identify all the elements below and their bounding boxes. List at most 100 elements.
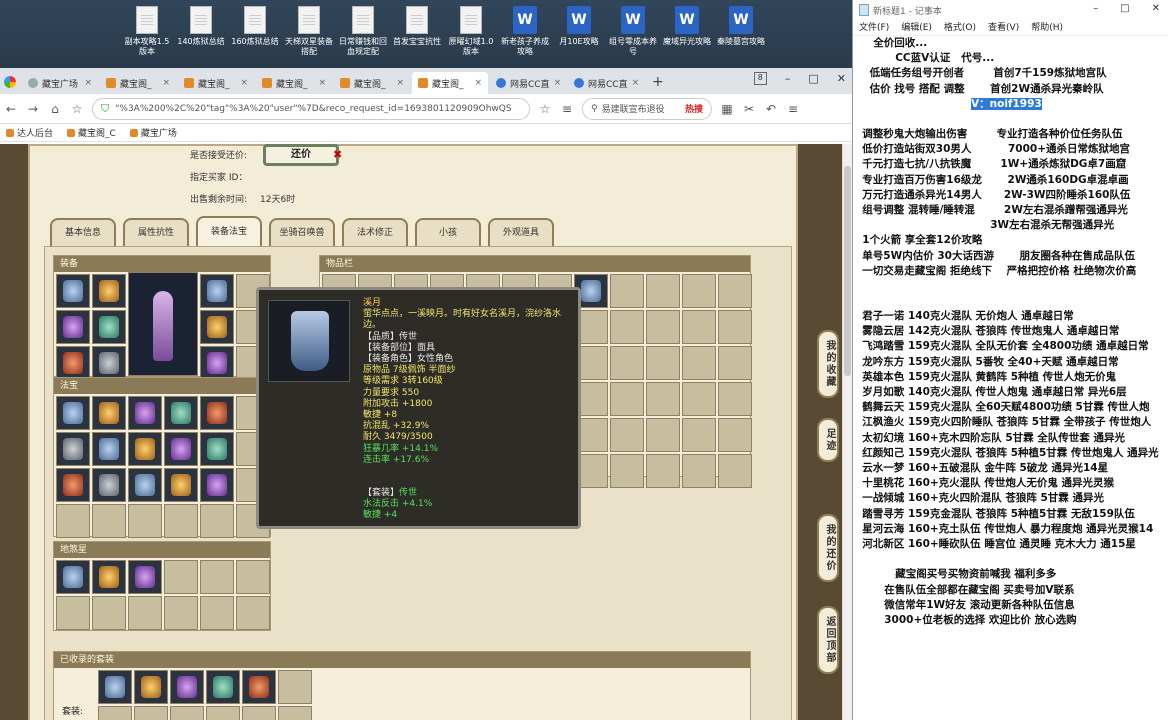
browser-tab[interactable]: 藏宝阁_ × [178,72,254,94]
side-button[interactable]: 我的收藏 [817,330,839,398]
item-slot[interactable] [206,670,240,704]
empty-slot[interactable] [718,310,752,344]
browser-tab[interactable]: 藏宝阁_ × [100,72,176,94]
tab-close-icon[interactable]: × [318,78,326,88]
haggle-button[interactable]: 还价 [263,144,339,166]
undo-icon[interactable]: ↶ [764,102,778,116]
hot-search-badge[interactable]: 热搜 [685,102,703,115]
item-slot[interactable] [200,468,234,502]
desktop-icon[interactable]: 首发宝宝抗性 [392,6,442,57]
desktop-icon[interactable]: W 新老孩子养成攻略 [500,6,550,57]
browser-tab[interactable]: 藏宝阁_ × [256,72,332,94]
address-bar[interactable]: ⛉ "%3A%200%2C%20"tag"%3A%20"user"%7D&rec… [92,97,530,120]
empty-slot[interactable] [242,706,276,720]
item-slot[interactable] [170,670,204,704]
new-tab-button[interactable]: + [646,74,670,94]
tab-close-icon[interactable]: × [84,78,92,88]
grid-icon[interactable]: ▦ [720,102,734,116]
tab-close-icon[interactable]: × [396,78,404,88]
empty-slot[interactable] [128,504,162,538]
empty-slot[interactable] [682,310,716,344]
notepad-maximize-button[interactable]: □ [1120,3,1129,14]
item-slot[interactable] [56,560,90,594]
empty-slot[interactable] [236,560,270,594]
favorite-icon[interactable]: ☆ [538,102,552,116]
game-tab[interactable]: 装备法宝 [196,216,262,246]
page-scrollbar[interactable] [842,144,852,720]
notepad-menu-item[interactable]: 帮助(H) [1031,20,1063,35]
desktop-icon[interactable]: W 月10E攻略 [554,6,604,57]
browser-tab[interactable]: 藏宝阁_ × [412,72,488,94]
item-slot[interactable] [56,432,90,466]
item-slot[interactable] [200,310,234,344]
empty-slot[interactable] [200,560,234,594]
empty-slot[interactable] [164,596,198,630]
cut-icon[interactable]: ✂ [742,102,756,116]
notepad-minimize-button[interactable]: – [1093,3,1098,14]
empty-slot[interactable] [718,454,752,488]
item-slot[interactable] [56,468,90,502]
empty-slot[interactable] [718,274,752,308]
more-icon[interactable]: ≡ [786,102,800,116]
empty-slot[interactable] [170,706,204,720]
tab-close-icon[interactable]: × [554,78,562,88]
empty-slot[interactable] [646,382,680,416]
item-slot[interactable] [164,432,198,466]
notepad-menu-item[interactable]: 文件(F) [859,20,889,35]
game-tab[interactable]: 小孩 [415,218,481,246]
empty-slot[interactable] [236,596,270,630]
empty-slot[interactable] [134,706,168,720]
minimize-button[interactable]: – [785,72,791,85]
empty-slot[interactable] [610,310,644,344]
empty-slot[interactable] [646,346,680,380]
empty-slot[interactable] [206,706,240,720]
item-slot[interactable] [56,274,90,308]
empty-slot[interactable] [98,706,132,720]
side-button[interactable]: 足迹 [817,418,839,462]
notepad-menu-item[interactable]: 格式(O) [944,20,976,35]
bookmark-item[interactable]: 达人后台 [6,126,53,139]
empty-slot[interactable] [718,418,752,452]
close-icon[interactable]: ✖ [333,148,342,161]
item-slot[interactable] [200,274,234,308]
close-button[interactable]: ✕ [837,72,846,85]
item-slot[interactable] [200,346,234,380]
empty-slot[interactable] [200,596,234,630]
home-icon[interactable]: ⌂ [48,102,62,116]
tab-count-badge[interactable]: 8 [753,72,767,85]
empty-slot[interactable] [56,596,90,630]
side-button[interactable]: 返回顶部 [817,606,839,674]
forward-icon[interactable]: → [26,102,40,116]
empty-slot[interactable] [164,560,198,594]
browser-tab[interactable]: 藏宝广场 × [22,72,98,94]
empty-slot[interactable] [682,382,716,416]
item-slot[interactable] [128,432,162,466]
empty-slot[interactable] [278,670,312,704]
item-slot[interactable] [92,432,126,466]
empty-slot[interactable] [164,504,198,538]
empty-slot[interactable] [92,596,126,630]
empty-slot[interactable] [610,382,644,416]
desktop-icon[interactable]: 副本攻略1.5版本 [122,6,172,57]
browser-tab[interactable]: 网易CC直 × [568,72,644,94]
empty-slot[interactable] [56,504,90,538]
item-slot[interactable] [92,310,126,344]
bookmark-item[interactable]: 藏宝广场 [129,126,177,139]
item-slot[interactable] [200,432,234,466]
tab-close-icon[interactable]: × [632,78,640,88]
browser-tab[interactable]: 网易CC直 × [490,72,566,94]
notepad-close-button[interactable]: ✕ [1152,3,1160,14]
empty-slot[interactable] [610,454,644,488]
desktop-icon[interactable]: 140炼狱总结 [176,6,226,57]
empty-slot[interactable] [646,310,680,344]
item-slot[interactable] [56,396,90,430]
empty-slot[interactable] [646,454,680,488]
notepad-menu-item[interactable]: 查看(V) [988,20,1019,35]
bookmark-item[interactable]: 藏宝阁_C [67,126,116,139]
empty-slot[interactable] [718,382,752,416]
maximize-button[interactable]: □ [808,72,818,85]
game-tab[interactable]: 属性抗性 [123,218,189,246]
game-tab[interactable]: 坐骑召唤兽 [269,218,335,246]
desktop-icon[interactable]: W 组号零成本养号 [608,6,658,57]
empty-slot[interactable] [610,274,644,308]
